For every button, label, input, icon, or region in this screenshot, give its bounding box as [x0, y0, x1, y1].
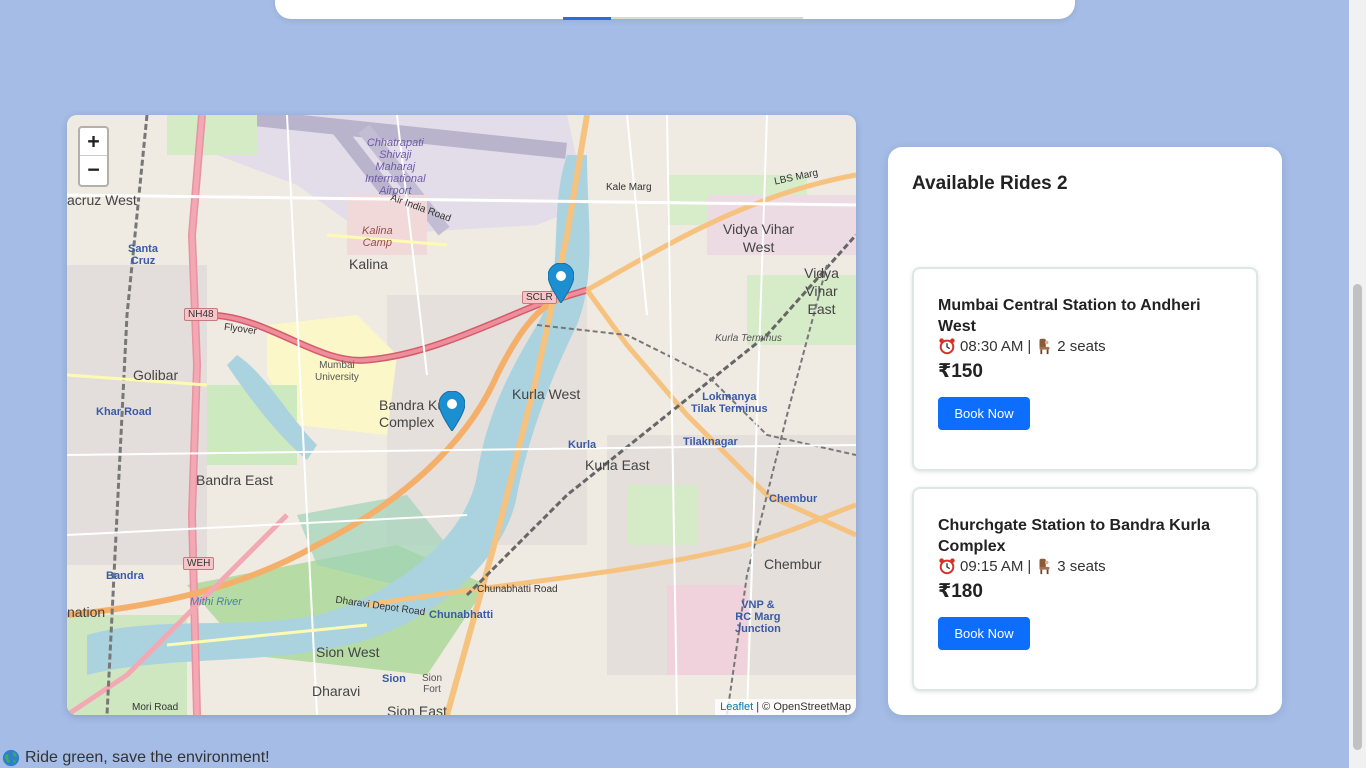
scrollbar-thumb[interactable] — [1353, 284, 1362, 750]
ride-route: Churchgate Station to Bandra Kurla Compl… — [938, 517, 1211, 555]
map-label-golibar: Golibar — [133, 367, 179, 383]
top-card — [275, 0, 1075, 20]
page-scrollbar[interactable] — [1349, 0, 1366, 768]
map-attribution: Leaflet | © OpenStreetMap — [715, 699, 856, 715]
book-now-button[interactable]: Book Now — [938, 617, 1030, 650]
footer: Ride green, save the environment! — [2, 749, 270, 767]
seat-icon — [1039, 558, 1050, 575]
alarm-clock-icon — [939, 338, 955, 355]
map-label-khar-road: Khar Road — [96, 406, 152, 418]
shield-weh: WEH — [183, 557, 215, 570]
ride-time: 09:15 AM — [960, 557, 1024, 575]
map-label-chembur: Chembur — [764, 556, 822, 572]
ride-price: ₹150 — [938, 361, 983, 382]
map-label-vidya-vihar-east: Vidya Vihar East — [804, 265, 839, 317]
shield-nh48: NH48 — [184, 308, 218, 321]
map-label-vnp: VNP & RC Marg Junction — [735, 599, 781, 635]
ride-seats: 2 seats — [1057, 337, 1106, 355]
zoom-control: + − — [78, 126, 109, 187]
map-label-santa-cruz: Santa Cruz — [128, 243, 158, 267]
ride-separator: | — [1027, 337, 1032, 355]
map-label-kurla: Kurla — [568, 439, 597, 451]
map-label-mithi-river: Mithi River — [190, 596, 242, 608]
map-label-kurla-terminus: Kurla Terminus — [715, 333, 782, 344]
globe-icon — [2, 749, 20, 767]
map-label-kurla-west: Kurla West — [512, 386, 581, 402]
ride-meta: 09:15 AM | 3 seats — [938, 557, 1106, 575]
map-label-nation: nation — [67, 604, 106, 620]
ride-time: 08:30 AM — [960, 337, 1024, 355]
map-label-sion: Sion — [382, 673, 406, 685]
map-label-chunabhatti-road: Chunabhatti Road — [477, 584, 558, 595]
tab-active-indicator[interactable] — [563, 17, 611, 20]
map-label-sion-east: Sion East — [387, 703, 447, 715]
map-label-vidya-vihar-west: Vidya Vihar West — [723, 221, 795, 255]
map-label-kale-marg: Kale Marg — [606, 182, 652, 193]
map-label-kalina: Kalina — [349, 256, 388, 272]
zoom-out-button[interactable]: − — [80, 156, 107, 184]
ride-seats: 3 seats — [1057, 557, 1106, 575]
ride-meta: 08:30 AM | 2 seats — [938, 337, 1106, 355]
map-label-mori-road: Mori Road — [132, 702, 179, 713]
footer-text: Ride green, save the environment! — [25, 749, 270, 766]
map-label-kalina-camp: Kalina Camp — [362, 225, 393, 249]
alarm-clock-icon — [939, 558, 955, 575]
map-label-chunabhatti: Chunabhatti — [429, 609, 494, 621]
leaflet-link[interactable]: Leaflet — [720, 701, 753, 713]
map-label-kurla-east: Kurla East — [585, 457, 650, 473]
ride-separator: | — [1027, 557, 1032, 575]
map-marker-icon[interactable] — [439, 391, 465, 431]
book-now-button[interactable]: Book Now — [938, 397, 1030, 430]
map-label-mumbai-university: Mumbai University — [315, 360, 359, 383]
map-label-santacruz-west: acruz West — [67, 192, 137, 208]
attribution-text: | © OpenStreetMap — [753, 701, 851, 713]
ride-route: Mumbai Central Station to Andheri West — [938, 297, 1201, 335]
seat-icon — [1039, 338, 1050, 355]
map-label-sion-fort: Sion Fort — [422, 673, 443, 695]
ride-price: ₹180 — [938, 581, 983, 602]
map-label-lokmanya: Lokmanya Tilak Terminus — [691, 391, 768, 415]
map[interactable]: Chhatrapati Shivaji Maharaj Internationa… — [67, 115, 856, 715]
map-label-airport: Chhatrapati Shivaji Maharaj Internationa… — [365, 137, 426, 197]
map-label-bandra-east: Bandra East — [196, 472, 274, 488]
map-label-sion-west: Sion West — [316, 644, 380, 660]
map-label-bandra: Bandra — [106, 570, 144, 582]
rides-panel: Available Rides 2 Mumbai Central Station… — [888, 147, 1282, 715]
map-marker-icon[interactable] — [548, 263, 574, 303]
rides-title: Available Rides 2 — [912, 173, 1068, 194]
map-label-chembur-station: Chembur — [769, 493, 818, 505]
map-label-tilaknagar: Tilaknagar — [683, 436, 738, 448]
map-label-dharavi: Dharavi — [312, 683, 361, 699]
zoom-in-button[interactable]: + — [80, 128, 107, 156]
ride-card: Mumbai Central Station to Andheri West 0… — [912, 267, 1258, 471]
ride-card: Churchgate Station to Bandra Kurla Compl… — [912, 487, 1258, 691]
